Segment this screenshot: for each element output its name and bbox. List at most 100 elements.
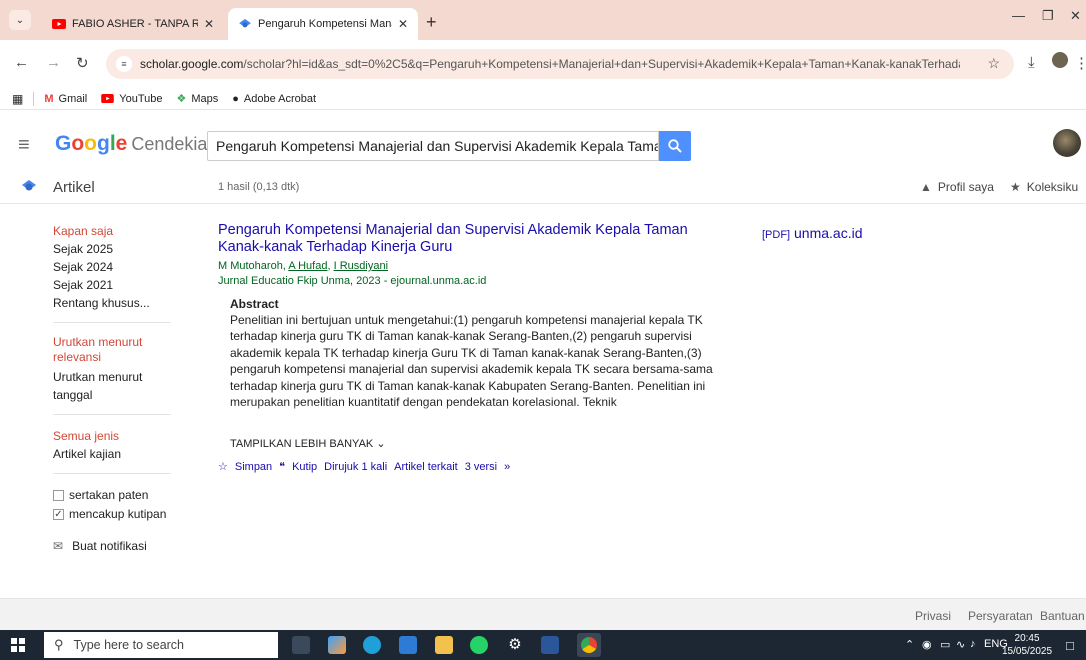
author-name: M Mutoharoh,	[218, 260, 289, 272]
abstract-block: Abstract Penelitian ini bertujuan untuk …	[230, 297, 720, 427]
windows-taskbar: ⚲ Type here to search ⚙ ⌃ ◉ ▭ ∿ ♪ ENG 20:…	[0, 630, 1086, 660]
show-more-label: TAMPILKAN LEBIH BANYAK	[230, 438, 374, 450]
privacy-link[interactable]: Privasi	[915, 609, 951, 623]
bookmark-youtube[interactable]: YouTube	[101, 93, 162, 105]
scholar-icon	[239, 19, 251, 28]
help-link[interactable]: Bantuan	[1040, 609, 1085, 623]
task-view-icon[interactable]	[292, 636, 310, 654]
results-subheader: Artikel 1 hasil (0,13 dtk) ▲ Profil saya …	[0, 172, 1086, 204]
menu-icon[interactable]: ≡	[18, 134, 30, 157]
include-citations-checkbox[interactable]: ✓ mencakup kutipan	[53, 505, 183, 524]
filter-any-time[interactable]: Kapan saja	[53, 222, 183, 240]
battery-icon[interactable]: ▭	[940, 638, 950, 651]
my-profile-link[interactable]: ▲ Profil saya	[920, 180, 994, 194]
clock[interactable]: 20:45 15/05/2025	[1002, 632, 1052, 658]
chevron-down-icon: ⌄	[376, 438, 386, 450]
cited-by-link[interactable]: Dirujuk 1 kali	[324, 461, 387, 473]
forward-icon[interactable]: →	[46, 54, 61, 71]
maps-icon: ❖	[176, 93, 187, 105]
filter-since-2024[interactable]: Sejak 2024	[53, 258, 183, 276]
wifi-icon[interactable]: ∿	[956, 638, 965, 651]
checkbox-checked: ✓	[53, 509, 64, 520]
chrome-icon[interactable]	[577, 633, 601, 657]
results-count: 1 hasil (0,13 dtk)	[218, 181, 300, 193]
avatar[interactable]	[1053, 129, 1081, 157]
tab-scholar[interactable]: Pengaruh Kompetensi Manajeri ✕	[228, 8, 418, 40]
site-info-icon[interactable]: ≡	[116, 56, 132, 72]
more-options-icon[interactable]: »	[504, 461, 510, 473]
author-link[interactable]: I Rusdiyani	[334, 260, 388, 272]
versions-link[interactable]: 3 versi	[465, 461, 497, 473]
minimize-icon[interactable]: —	[1012, 8, 1025, 23]
apps-grid-icon[interactable]: ▦	[12, 92, 23, 106]
author-link[interactable]: A Hufad	[288, 260, 327, 272]
create-alert-link[interactable]: ✉ Buat notifikasi	[53, 537, 183, 556]
file-explorer-icon[interactable]	[435, 636, 453, 654]
youtube-icon	[52, 19, 66, 29]
bookmark-star-icon[interactable]: ☆	[987, 55, 1000, 72]
download-icon[interactable]: ⤓	[1028, 54, 1035, 71]
include-patents-checkbox[interactable]: sertakan paten	[53, 486, 183, 505]
terms-link[interactable]: Persyaratan	[968, 609, 1033, 623]
bookmark-maps[interactable]: ❖ Maps	[176, 92, 218, 106]
word-icon[interactable]	[541, 636, 559, 654]
address-bar[interactable]: ≡ scholar.google.com/scholar?hl=id&as_sd…	[106, 49, 1014, 79]
more-menu-icon[interactable]: ⋮	[1074, 54, 1086, 72]
close-window-icon[interactable]: ✕	[1070, 8, 1081, 24]
windows-start-icon[interactable]	[11, 638, 25, 652]
sort-by-relevance[interactable]: Urutkan menurut relevansi	[53, 335, 183, 365]
taskbar-search-input[interactable]: ⚲ Type here to search	[44, 632, 278, 658]
back-icon[interactable]: ←	[14, 54, 29, 71]
search-button[interactable]	[659, 131, 691, 161]
tab-title: FABIO ASHER - TANPA RASA BE	[72, 18, 198, 30]
url-path: /scholar?hl=id&as_sdt=0%2C5&q=Pengaruh+K…	[243, 57, 960, 71]
new-tab-button[interactable]: +	[426, 12, 437, 33]
restore-icon[interactable]: ❐	[1042, 8, 1054, 24]
store-icon[interactable]	[399, 636, 417, 654]
bookmark-gmail[interactable]: M Gmail	[44, 93, 87, 105]
page-footer: Privasi Persyaratan Bantuan	[0, 598, 1086, 630]
divider	[53, 414, 171, 415]
related-articles-link[interactable]: Artikel terkait	[394, 461, 458, 473]
cite-link[interactable]: Kutip	[292, 461, 317, 473]
alert-label: Buat notifikasi	[72, 539, 147, 553]
globe-icon: ●	[232, 92, 239, 105]
pdf-link[interactable]: [PDF] unma.ac.id	[762, 225, 863, 241]
close-tab-icon[interactable]: ✕	[204, 17, 214, 31]
profile-avatar-small[interactable]	[1052, 52, 1068, 72]
settings-gear-icon[interactable]: ⚙	[506, 636, 524, 654]
clock-date: 15/05/2025	[1002, 646, 1053, 657]
search-icon: ⚲	[54, 637, 64, 652]
youtube-icon	[101, 94, 115, 103]
save-link[interactable]: Simpan	[235, 461, 272, 473]
tab-search-button[interactable]: ⌄	[9, 10, 31, 30]
copilot-icon[interactable]	[328, 636, 346, 654]
edge-icon[interactable]	[363, 636, 381, 654]
tray-chevron-icon[interactable]: ⌃	[905, 638, 914, 651]
filter-all-types[interactable]: Semua jenis	[53, 427, 183, 445]
search-input[interactable]: Pengaruh Kompetensi Manajerial dan Super…	[207, 131, 659, 161]
google-scholar-logo[interactable]: Google Cendekia	[55, 132, 207, 156]
save-icon[interactable]: ☆	[218, 460, 228, 473]
tab-youtube[interactable]: FABIO ASHER - TANPA RASA BE ✕	[42, 8, 224, 40]
divider	[53, 322, 171, 323]
filter-since-2021[interactable]: Sejak 2021	[53, 276, 183, 294]
reload-icon[interactable]: ↻	[76, 54, 89, 72]
abstract-heading: Abstract	[230, 297, 279, 311]
result-title-link[interactable]: Pengaruh Kompetensi Manajerial dan Super…	[218, 222, 718, 256]
bookmark-adobe[interactable]: ● Adobe Acrobat	[232, 93, 316, 105]
close-tab-icon[interactable]: ✕	[398, 17, 408, 31]
show-more-button[interactable]: TAMPILKAN LEBIH BANYAK ⌄	[230, 437, 718, 450]
volume-icon[interactable]: ♪	[970, 638, 976, 650]
my-library-link[interactable]: ★ Koleksiku	[1010, 180, 1078, 194]
tray-app-icon[interactable]: ◉	[922, 638, 932, 651]
notification-icon[interactable]: □	[1066, 638, 1074, 653]
filter-review-articles[interactable]: Artikel kajian	[53, 445, 183, 463]
sort-by-date[interactable]: Urutkan menurut tanggal	[53, 368, 183, 404]
whatsapp-icon[interactable]	[470, 636, 488, 654]
filter-since-2025[interactable]: Sejak 2025	[53, 240, 183, 258]
filter-custom-range[interactable]: Rentang khusus...	[53, 294, 183, 312]
quote-icon[interactable]: ❝	[279, 460, 285, 473]
url-text: scholar.google.com/scholar?hl=id&as_sdt=…	[140, 57, 960, 71]
gmail-icon: M	[44, 92, 54, 105]
